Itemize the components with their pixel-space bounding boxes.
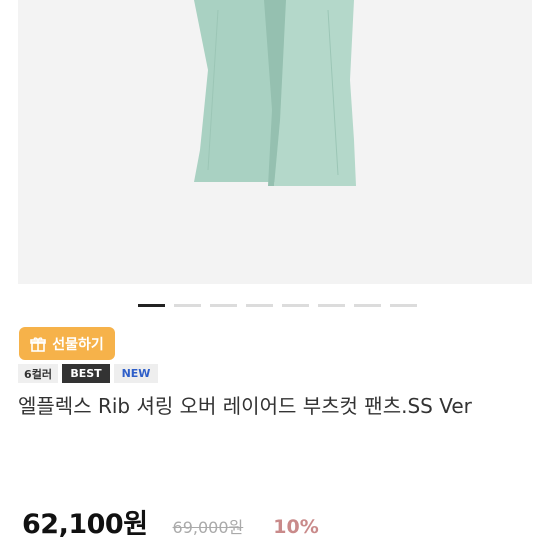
pager-dot[interactable] [246, 304, 273, 307]
best-badge: BEST [62, 364, 110, 383]
pants-image [194, 0, 356, 186]
product-title: 엘플렉스 Rib 셔링 오버 레이어드 부츠컷 팬츠.SS Ver [18, 394, 472, 418]
pager-dot-active[interactable] [138, 304, 165, 307]
original-price: 69,000원 [172, 518, 244, 537]
gift-button-label: 선물하기 [52, 336, 104, 353]
gift-icon [30, 336, 47, 352]
product-image[interactable] [18, 0, 532, 284]
color-count-badge: 6컬러 [18, 364, 58, 383]
image-pager[interactable] [138, 304, 417, 307]
sale-price: 62,100원 [22, 509, 148, 540]
badge-row: 6컬러 BEST NEW [18, 364, 158, 383]
pager-dot[interactable] [210, 304, 237, 307]
discount-rate: 10% [273, 516, 319, 538]
pager-dot[interactable] [390, 304, 417, 307]
new-badge: NEW [114, 364, 158, 383]
gift-button[interactable]: 선물하기 [19, 327, 115, 360]
pager-dot[interactable] [354, 304, 381, 307]
pager-dot[interactable] [174, 304, 201, 307]
pager-dot[interactable] [318, 304, 345, 307]
pager-dot[interactable] [282, 304, 309, 307]
price-row: 62,100원 69,000원 10% [22, 502, 319, 541]
